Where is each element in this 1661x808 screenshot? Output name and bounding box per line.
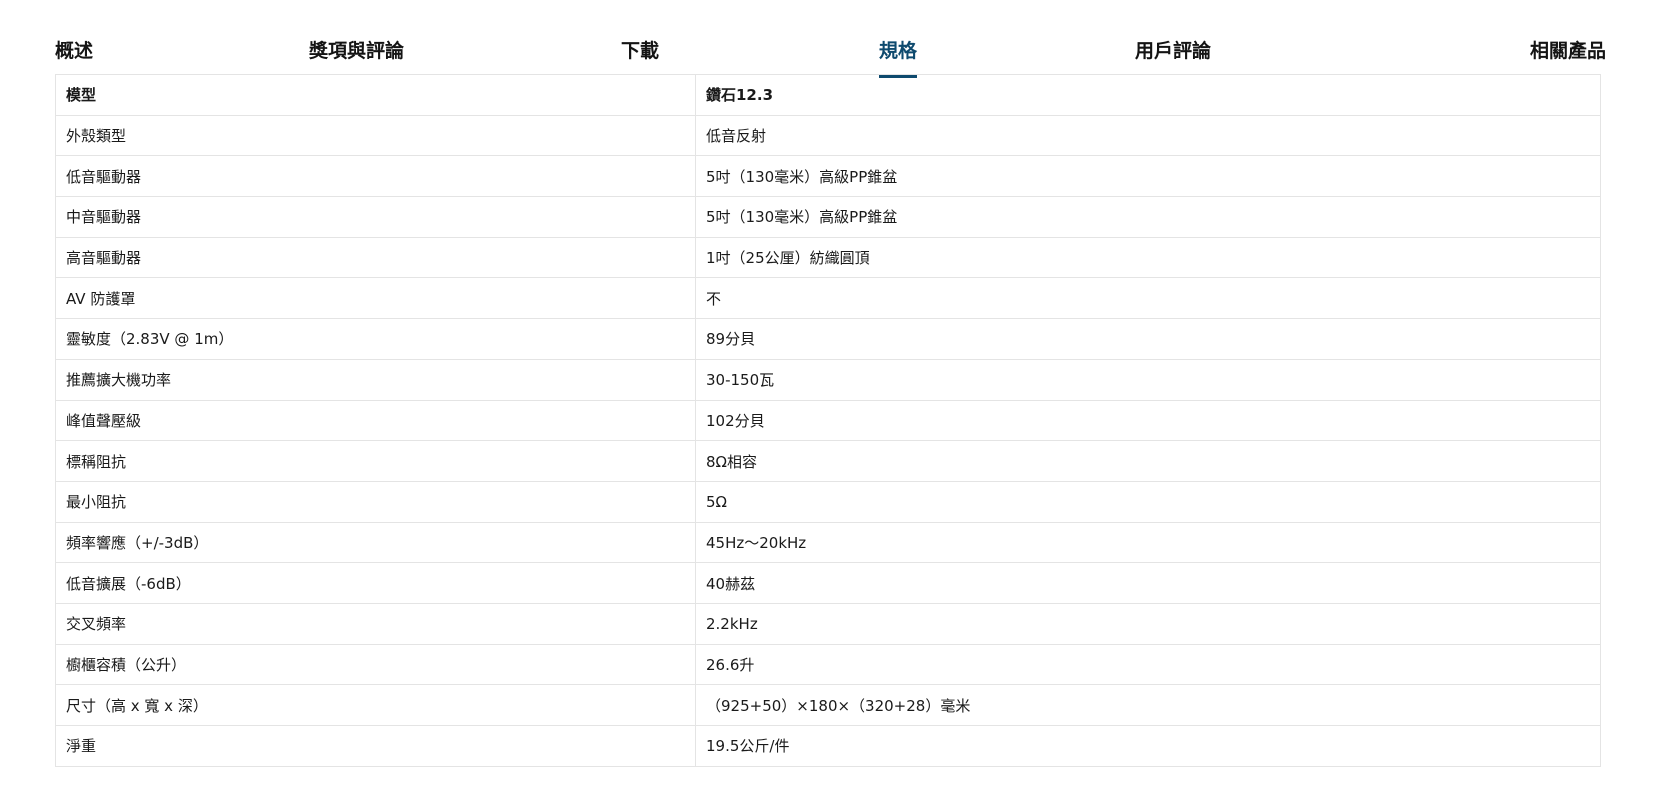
spec-value: 102分貝 [695,399,1601,442]
table-row: 淨重 19.5公斤/件 [55,725,1601,767]
table-row: 推薦擴大機功率 30-150瓦 [55,358,1601,401]
spec-value: 2.2kHz [695,602,1601,645]
tab-related-products[interactable]: 相關產品 [1530,36,1606,63]
spec-value: 40赫茲 [695,562,1601,604]
table-row: 中音驅動器 5吋（130毫米）高級PP錐盆 [55,196,1601,238]
spec-value: 89分貝 [695,318,1601,360]
table-row: 高音驅動器 1吋（25公厘）紡織圓頂 [55,236,1601,279]
table-row: 櫥櫃容積（公升） 26.6升 [55,643,1601,686]
spec-value: 低音反射 [695,114,1601,157]
spec-key: 交叉頻率 [55,602,696,645]
spec-value: 45Hz～20kHz [695,521,1601,564]
table-row: 外殼類型 低音反射 [55,114,1601,157]
spec-key: 中音驅動器 [55,196,696,238]
spec-key: 高音驅動器 [55,236,696,279]
tab-awards-reviews[interactable]: 獎項與評論 [309,36,404,63]
spec-value: 5吋（130毫米）高級PP錐盆 [695,155,1601,198]
spec-key: 峰值聲壓級 [55,399,696,442]
tab-specifications[interactable]: 規格 [879,36,918,78]
table-row: AV 防護罩 不 [55,277,1601,320]
spec-value: 26.6升 [695,643,1601,686]
spec-header-value: 鑽石12.3 [695,74,1601,116]
spec-key: 最小阻抗 [55,480,696,523]
spec-value: 5Ω [695,480,1601,523]
table-row: 低音擴展（-6dB） 40赫茲 [55,562,1601,604]
table-row: 峰值聲壓級 102分貝 [55,399,1601,442]
spec-key: 標稱阻抗 [55,440,696,482]
spec-key: 尺寸（高 x 寬 x 深） [55,684,696,726]
spec-header-key: 模型 [55,74,696,116]
tab-specifications-label: 規格 [879,40,918,62]
spec-value: 8Ω相容 [695,440,1601,482]
spec-value: 30-150瓦 [695,358,1601,401]
spec-key: 推薦擴大機功率 [55,358,696,401]
table-row: 低音驅動器 5吋（130毫米）高級PP錐盆 [55,155,1601,198]
spec-value: （925+50）×180×（320+28）毫米 [695,684,1601,726]
tab-downloads[interactable]: 下載 [621,36,659,63]
table-row: 標稱阻抗 8Ω相容 [55,440,1601,482]
spec-value: 5吋（130毫米）高級PP錐盆 [695,196,1601,238]
spec-key: 低音驅動器 [55,155,696,198]
spec-table-header-row: 模型 鑽石12.3 [55,74,1601,116]
spec-key: 靈敏度（2.83V @ 1m） [55,318,696,360]
spec-value: 19.5公斤/件 [695,725,1601,767]
tab-bar: 概述 獎項與評論 下載 規格 用戶評論 相關產品 [55,0,1606,78]
table-row: 頻率響應（+/-3dB） 45Hz～20kHz [55,521,1601,564]
tab-overview[interactable]: 概述 [55,36,93,63]
table-row: 靈敏度（2.83V @ 1m） 89分貝 [55,318,1601,360]
spec-key: 低音擴展（-6dB） [55,562,696,604]
tab-user-reviews[interactable]: 用戶評論 [1135,36,1211,63]
spec-key: 淨重 [55,725,696,767]
table-row: 尺寸（高 x 寬 x 深） （925+50）×180×（320+28）毫米 [55,684,1601,726]
spec-key: AV 防護罩 [55,277,696,320]
spec-key: 外殼類型 [55,114,696,157]
table-row: 最小阻抗 5Ω [55,480,1601,523]
table-row: 交叉頻率 2.2kHz [55,602,1601,645]
spec-value: 1吋（25公厘）紡織圓頂 [695,236,1601,279]
spec-key: 櫥櫃容積（公升） [55,643,696,686]
spec-table: 模型 鑽石12.3 外殼類型 低音反射 低音驅動器 5吋（130毫米）高級PP錐… [55,74,1601,767]
spec-value: 不 [695,277,1601,320]
spec-key: 頻率響應（+/-3dB） [55,521,696,564]
